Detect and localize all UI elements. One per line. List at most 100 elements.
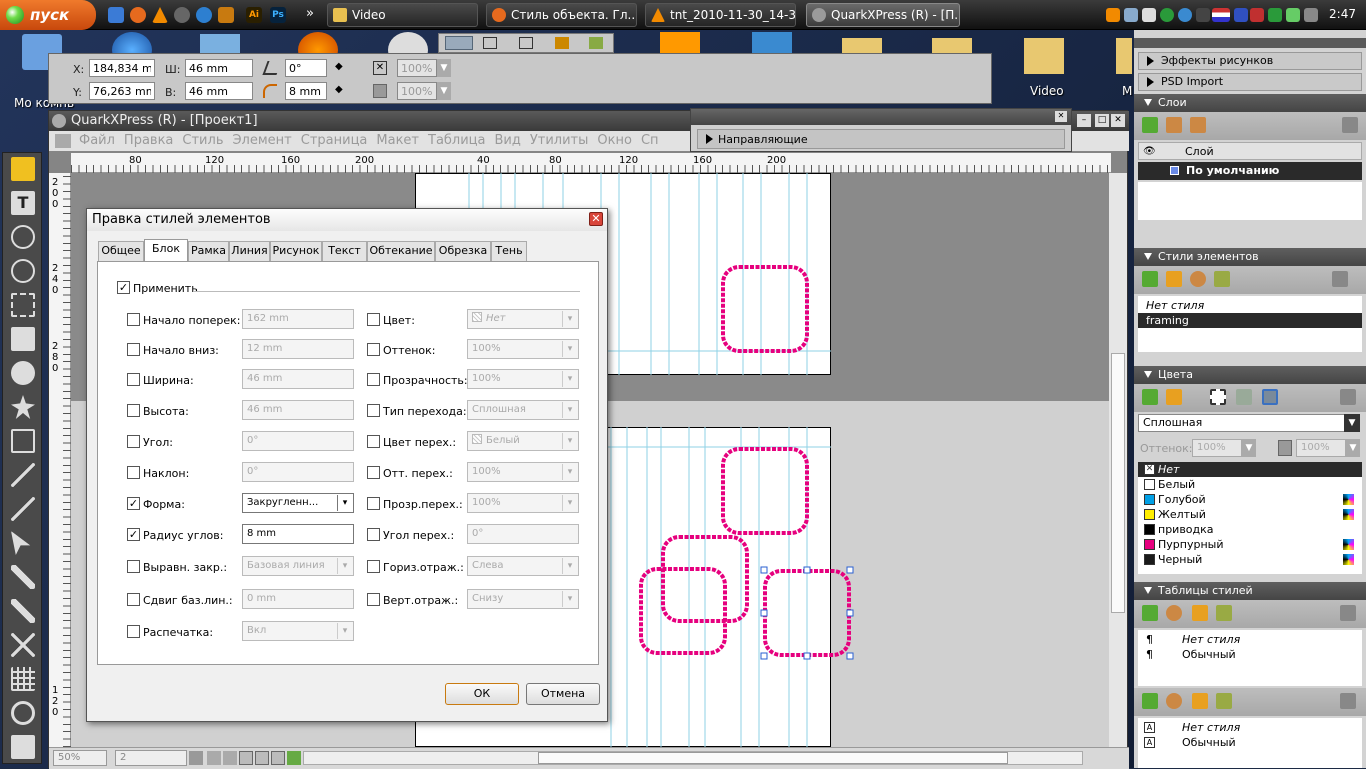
- illustrator-icon[interactable]: Ai: [246, 7, 262, 23]
- crop-tool-icon[interactable]: [11, 293, 35, 317]
- dropdown-icon[interactable]: ▼: [1242, 439, 1256, 457]
- ie-icon[interactable]: [108, 7, 124, 23]
- unlink-table-tool-icon[interactable]: [11, 633, 35, 657]
- field-input[interactable]: 12 mm: [242, 339, 354, 359]
- new-style-icon[interactable]: [1142, 271, 1158, 287]
- start-button[interactable]: пуск: [0, 0, 96, 30]
- color-none-icon[interactable]: ✕: [373, 61, 387, 75]
- field-input[interactable]: 0 mm: [242, 589, 354, 609]
- vertical-ruler[interactable]: 2 0 0 2 4 0 2 8 0 1 2 0: [49, 173, 71, 747]
- scroll-thumb[interactable]: [538, 752, 1008, 764]
- field-input[interactable]: 0°: [242, 462, 354, 482]
- menu-edit[interactable]: Правка: [124, 131, 182, 151]
- layer-icon[interactable]: [589, 37, 603, 49]
- tab-clipping[interactable]: Обрезка: [435, 241, 491, 261]
- psd-import-row[interactable]: PSD Import: [1138, 73, 1362, 91]
- scroll-thumb[interactable]: [1111, 353, 1125, 613]
- dropdown-icon[interactable]: ▼: [1344, 414, 1360, 432]
- menu-file[interactable]: Файл: [79, 131, 124, 151]
- field-checkbox[interactable]: [367, 373, 380, 386]
- dropdown-icon[interactable]: ▾: [562, 464, 577, 480]
- apply-style-icon[interactable]: [1190, 271, 1206, 287]
- delete-icon[interactable]: [1340, 693, 1356, 709]
- grid-icon[interactable]: [519, 37, 533, 49]
- field-input[interactable]: 100% ▾: [467, 462, 579, 482]
- palette-group-titlebar[interactable]: [1134, 38, 1366, 48]
- delete-icon[interactable]: [1332, 271, 1348, 287]
- tray-app4-icon[interactable]: [1286, 8, 1300, 22]
- opacity-input-2[interactable]: [397, 82, 437, 100]
- apply-checkbox[interactable]: ✓: [117, 281, 130, 294]
- next-page-icon[interactable]: [223, 751, 237, 765]
- list-item[interactable]: A Обычный: [1138, 735, 1362, 750]
- field-input[interactable]: Вкл ▾: [242, 621, 354, 641]
- field-checkbox[interactable]: [127, 373, 140, 386]
- apply-style-icon[interactable]: [1166, 605, 1182, 621]
- color-list-item[interactable]: Белый: [1138, 477, 1362, 492]
- edit-style-icon[interactable]: [1192, 605, 1208, 621]
- field-checkbox[interactable]: [127, 466, 140, 479]
- dropdown-icon[interactable]: ▾: [562, 371, 577, 387]
- eyedropper-tool-icon[interactable]: [11, 565, 35, 589]
- update-style-icon[interactable]: [1214, 271, 1230, 287]
- tab-general[interactable]: Общее: [98, 241, 144, 261]
- menu-help[interactable]: Сп: [641, 131, 668, 151]
- corner-radius-input[interactable]: [285, 82, 327, 100]
- item-styles-header[interactable]: Стили элементов: [1134, 248, 1366, 266]
- chart-icon[interactable]: [555, 37, 569, 49]
- field-input[interactable]: 46 mm: [242, 400, 354, 420]
- edit-style-icon[interactable]: [1192, 693, 1208, 709]
- angle-input[interactable]: [285, 59, 327, 77]
- field-checkbox[interactable]: [367, 528, 380, 541]
- color-list-item[interactable]: ✕ Нет: [1138, 462, 1362, 477]
- color-list-item[interactable]: Черный: [1138, 552, 1362, 567]
- colors-header[interactable]: Цвета: [1134, 366, 1366, 384]
- list-item[interactable]: ¶ Нет стиля: [1138, 632, 1362, 647]
- tray-app-icon[interactable]: [1196, 8, 1210, 22]
- dropdown-icon[interactable]: ▾: [337, 623, 352, 639]
- minimize-button[interactable]: –: [1077, 114, 1091, 127]
- horizontal-scrollbar[interactable]: [303, 751, 1083, 765]
- scissors-tool-icon[interactable]: [11, 599, 35, 623]
- update-style-icon[interactable]: [1216, 693, 1232, 709]
- horizontal-ruler[interactable]: 80 120 160 200 40 80 120 160 200: [71, 153, 1111, 173]
- move-layer-icon[interactable]: [1190, 117, 1206, 133]
- vlc-icon[interactable]: [152, 7, 168, 23]
- tray-network-icon[interactable]: [1124, 8, 1138, 22]
- radius-stepper-icon[interactable]: ◆: [335, 84, 343, 95]
- new-char-style-icon[interactable]: [1142, 693, 1158, 709]
- list-item[interactable]: A Нет стиля: [1138, 720, 1362, 735]
- page-field[interactable]: 2: [115, 750, 187, 766]
- merge-layer-icon[interactable]: [1166, 117, 1182, 133]
- color-list-item[interactable]: Пурпурный: [1138, 537, 1362, 552]
- field-checkbox[interactable]: [127, 435, 140, 448]
- zoom-tool-icon[interactable]: [11, 701, 35, 725]
- prev-page-icon[interactable]: [207, 751, 221, 765]
- dropdown-icon[interactable]: ▾: [562, 341, 577, 357]
- field-input[interactable]: Слева ▾: [467, 556, 579, 576]
- list-item[interactable]: ¶ Обычный: [1138, 647, 1362, 662]
- document-icon[interactable]: [55, 134, 71, 148]
- field-input[interactable]: 162 mm: [242, 309, 354, 329]
- delete-icon[interactable]: [1340, 389, 1356, 405]
- task-video[interactable]: Video: [327, 3, 478, 27]
- dialog-close-button[interactable]: ✕: [589, 212, 603, 226]
- field-checkbox[interactable]: [127, 625, 140, 638]
- background-color-icon[interactable]: [1262, 389, 1278, 405]
- field-input[interactable]: 0°: [467, 524, 579, 544]
- layers-header[interactable]: Слои: [1134, 94, 1366, 112]
- guides-section[interactable]: Направляющие: [697, 129, 1065, 149]
- new-para-style-icon[interactable]: [1142, 605, 1158, 621]
- field-input[interactable]: Белый ▾: [467, 431, 579, 451]
- tab-frame[interactable]: Рамка: [188, 241, 229, 261]
- cancel-button[interactable]: Отмена: [526, 683, 600, 705]
- tray-app2-icon[interactable]: [1250, 8, 1264, 22]
- view-icon[interactable]: [255, 751, 269, 765]
- opacity-dropdown-icon[interactable]: ▼: [437, 59, 451, 77]
- rect-tool-icon[interactable]: [11, 327, 35, 351]
- folder-icon[interactable]: [1024, 38, 1064, 74]
- close-icon[interactable]: ✕: [1055, 111, 1067, 122]
- field-checkbox[interactable]: [367, 435, 380, 448]
- frame-color-icon[interactable]: [1210, 389, 1226, 405]
- opacity-field[interactable]: 100%: [1296, 439, 1346, 457]
